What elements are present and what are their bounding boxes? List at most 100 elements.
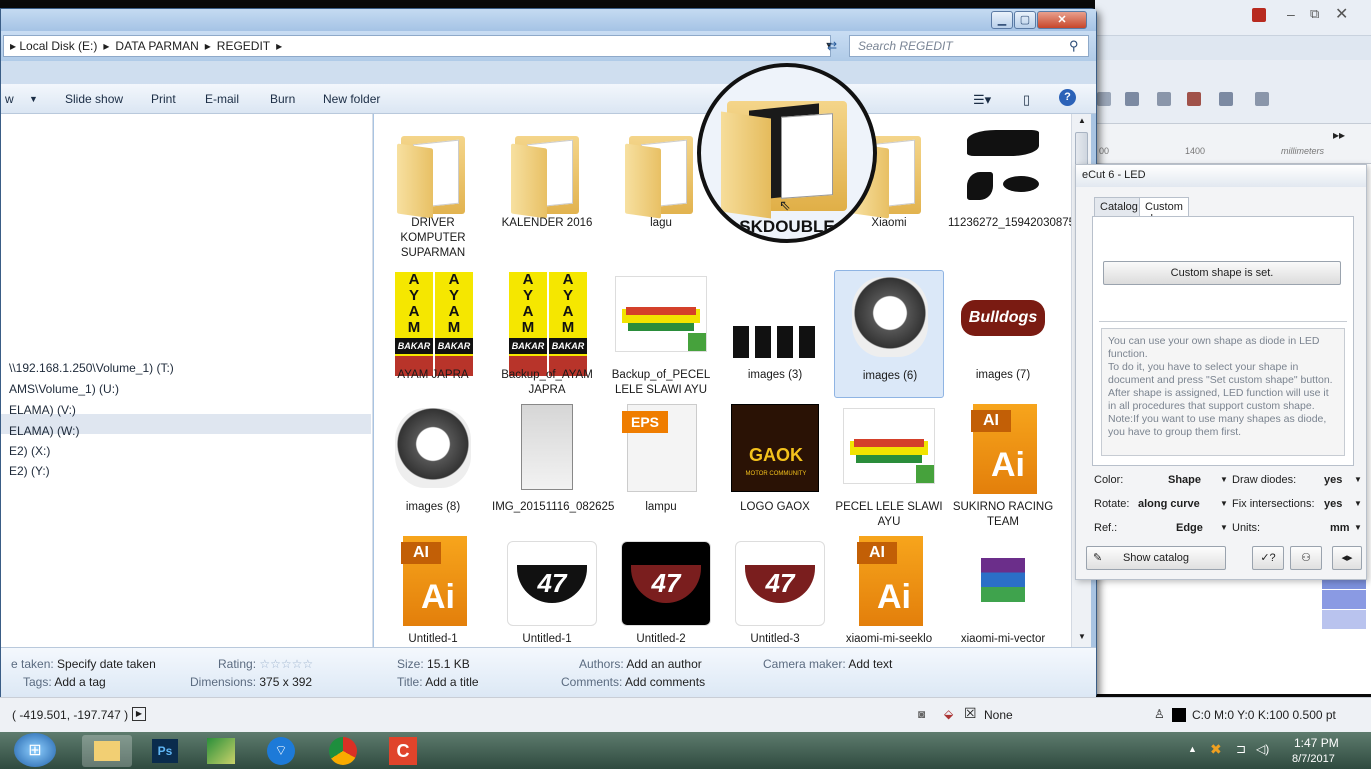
chevron-down-icon[interactable]: ▼ bbox=[1354, 519, 1362, 537]
nav-drive-item[interactable]: E2) (X:) bbox=[9, 444, 50, 458]
address-bar[interactable]: ▸ Local Disk (E:) ▸ DATA PARMAN ▸ REGEDIT ▸ bbox=[3, 35, 831, 57]
chevron-down-icon[interactable]: ▼ bbox=[1220, 471, 1228, 489]
file-item[interactable]: PECEL LELE SLAWI AYU bbox=[834, 402, 944, 530]
color-select[interactable]: Shape bbox=[1168, 471, 1201, 489]
file-item[interactable]: 47 Untitled-3 bbox=[720, 534, 830, 659]
fix-intersections-select[interactable]: yes bbox=[1324, 495, 1342, 513]
palette-swatch[interactable] bbox=[1322, 630, 1366, 650]
slideshow-button[interactable]: Slide show bbox=[65, 92, 123, 106]
help-button[interactable]: ✓? bbox=[1252, 546, 1284, 570]
comments-value[interactable]: Add comments bbox=[625, 675, 705, 689]
tab-catalog[interactable]: Catalog bbox=[1094, 197, 1144, 217]
views-button[interactable]: w bbox=[5, 92, 14, 106]
file-item[interactable]: Bulldogs images (7) bbox=[948, 270, 1058, 398]
tab-custom-shape[interactable]: Custom shape bbox=[1139, 197, 1189, 225]
authors-value[interactable]: Add an author bbox=[626, 657, 701, 671]
breadcrumb-segment[interactable]: REGEDIT bbox=[217, 39, 270, 53]
tool-icon[interactable] bbox=[1097, 92, 1111, 106]
tool-icon[interactable] bbox=[1255, 92, 1269, 106]
help-icon[interactable]: ? bbox=[1059, 89, 1076, 106]
custom-shape-button[interactable]: Custom shape is set. bbox=[1103, 261, 1341, 285]
minimize-button[interactable]: ▁ bbox=[991, 11, 1013, 29]
tool-icon[interactable] bbox=[1125, 92, 1139, 106]
clock-date[interactable]: 8/7/2017 bbox=[1292, 753, 1335, 765]
file-item[interactable]: 47 Untitled-2 bbox=[606, 534, 716, 659]
arrow-right-icon[interactable]: ▸▸ bbox=[1333, 128, 1345, 142]
file-item[interactable]: KALENDER 2016 bbox=[492, 122, 602, 272]
chevron-down-icon[interactable]: ▼ bbox=[1220, 495, 1228, 513]
palette-swatch[interactable] bbox=[1322, 590, 1366, 610]
rotate-select[interactable]: along curve bbox=[1138, 495, 1200, 513]
date-taken-value[interactable]: Specify date taken bbox=[57, 657, 156, 671]
breadcrumb-chevron-icon[interactable]: ▸ bbox=[205, 39, 211, 53]
file-item[interactable]: AI Ai SUKIRNO RACING TEAM bbox=[948, 402, 1058, 530]
file-item[interactable]: AI Ai Untitled-1 bbox=[378, 534, 488, 659]
file-item[interactable]: EPS lampu bbox=[606, 402, 716, 530]
file-item[interactable]: Backup_of_PECEL LELE SLAWI AYU bbox=[606, 270, 716, 398]
tray-expand-icon[interactable]: ▲ bbox=[1188, 744, 1197, 754]
breadcrumb-chevron-icon[interactable]: ▸ bbox=[276, 39, 282, 53]
file-item[interactable]: xiaomi-mi-vector bbox=[948, 534, 1058, 659]
tags-value[interactable]: Add a tag bbox=[54, 675, 105, 689]
expand-button[interactable]: ◂▸ bbox=[1332, 546, 1362, 570]
camera-value[interactable]: Add text bbox=[848, 657, 892, 671]
units-select[interactable]: mm bbox=[1330, 519, 1350, 537]
nav-drive-item[interactable]: ELAMA) (W:) bbox=[9, 424, 79, 438]
chevron-down-icon[interactable]: ▼ bbox=[1354, 471, 1362, 489]
palette-swatch[interactable] bbox=[1322, 610, 1366, 630]
explorer-taskbar-button[interactable] bbox=[82, 735, 132, 767]
volume-icon[interactable]: ◁) bbox=[1256, 742, 1269, 756]
corel-taskbar-button[interactable] bbox=[196, 735, 246, 767]
view-options-icon[interactable]: ☰▾ bbox=[973, 92, 991, 108]
file-item[interactable]: GAOK MOTOR COMMUNITY LOGO GAOX bbox=[720, 402, 830, 530]
file-item[interactable]: 47 Untitled-1 bbox=[492, 534, 602, 659]
tray-app-icon[interactable]: ✖ bbox=[1210, 741, 1222, 758]
chevron-down-icon[interactable]: ▼ bbox=[1354, 495, 1362, 513]
maximize-button[interactable]: ▢ bbox=[1014, 11, 1036, 29]
chevron-down-icon[interactable]: ▼ bbox=[1220, 519, 1228, 537]
file-item[interactable]: AI Ai xiaomi-mi-seeklo bbox=[834, 534, 944, 659]
windows-start-button[interactable]: ⊞ bbox=[14, 733, 56, 767]
scroll-up-icon[interactable]: ▲ bbox=[1078, 116, 1086, 125]
breadcrumb-segment[interactable]: Local Disk (E:) bbox=[19, 39, 97, 53]
new-folder-button[interactable]: New folder bbox=[323, 92, 380, 106]
show-catalog-button[interactable]: ✎ Show catalog bbox=[1086, 546, 1226, 570]
tool-icon[interactable] bbox=[1187, 92, 1201, 106]
file-item[interactable]: images (6) bbox=[834, 270, 944, 398]
chrome-taskbar-button[interactable] bbox=[318, 735, 368, 767]
email-button[interactable]: E-mail bbox=[205, 92, 239, 106]
refresh-icon[interactable]: ⇄ bbox=[827, 39, 837, 53]
clock-time[interactable]: 1:47 PM bbox=[1294, 736, 1339, 750]
close-button[interactable]: ✕ bbox=[1037, 11, 1087, 29]
network-tray-icon[interactable]: ⊐ bbox=[1236, 742, 1246, 756]
ref-select[interactable]: Edge bbox=[1176, 519, 1203, 537]
minimize-icon[interactable]: – bbox=[1287, 6, 1295, 22]
nav-drive-item[interactable]: E2) (Y:) bbox=[9, 464, 50, 478]
file-item[interactable]: images (8) bbox=[378, 402, 488, 530]
tool-icon[interactable] bbox=[1157, 92, 1171, 106]
palette-swatch[interactable] bbox=[1322, 650, 1366, 670]
file-item[interactable]: A Y A M BAKAR A Y A M BAKAR AYAM JAPRA bbox=[378, 270, 488, 398]
close-icon[interactable]: ✕ bbox=[1335, 4, 1348, 24]
network-taskbar-button[interactable]: ⌔ bbox=[256, 735, 306, 767]
file-item[interactable]: IMG_20151116_082625 bbox=[492, 402, 614, 530]
nav-drive-item[interactable]: AMS\Volume_1) (U:) bbox=[9, 382, 119, 396]
breadcrumb-segment[interactable]: DATA PARMAN bbox=[115, 39, 198, 53]
office-taskbar-button[interactable]: C bbox=[378, 735, 428, 767]
file-item[interactable]: 11236272_1594203087507554_1566015493_n bbox=[948, 122, 1190, 272]
rating-stars[interactable]: ☆☆☆☆☆ bbox=[259, 657, 313, 671]
search-icon[interactable]: ⚲ bbox=[1069, 38, 1079, 54]
photoshop-taskbar-button[interactable]: Ps bbox=[140, 735, 190, 767]
file-item[interactable]: A Y A M BAKAR A Y A M BAKAR Backup_of_AYAM JAPRA bbox=[492, 270, 602, 398]
file-item[interactable]: DRIVER KOMPUTER SUPARMAN bbox=[378, 122, 488, 272]
burn-button[interactable]: Burn bbox=[270, 92, 295, 106]
title-value[interactable]: Add a title bbox=[425, 675, 478, 689]
nav-drive-item[interactable]: \\192.168.1.250\Volume_1) (T:) bbox=[9, 361, 174, 375]
print-button[interactable]: Print bbox=[151, 92, 176, 106]
views-dropdown-icon[interactable]: ▼ bbox=[29, 94, 38, 104]
breadcrumb-chevron-icon[interactable]: ▸ bbox=[103, 39, 109, 53]
restore-icon[interactable]: ⧉ bbox=[1310, 6, 1319, 22]
preview-pane-icon[interactable]: ▯ bbox=[1023, 92, 1030, 108]
scroll-down-icon[interactable]: ▼ bbox=[1078, 632, 1086, 641]
play-icon[interactable]: ▶ bbox=[132, 707, 146, 721]
